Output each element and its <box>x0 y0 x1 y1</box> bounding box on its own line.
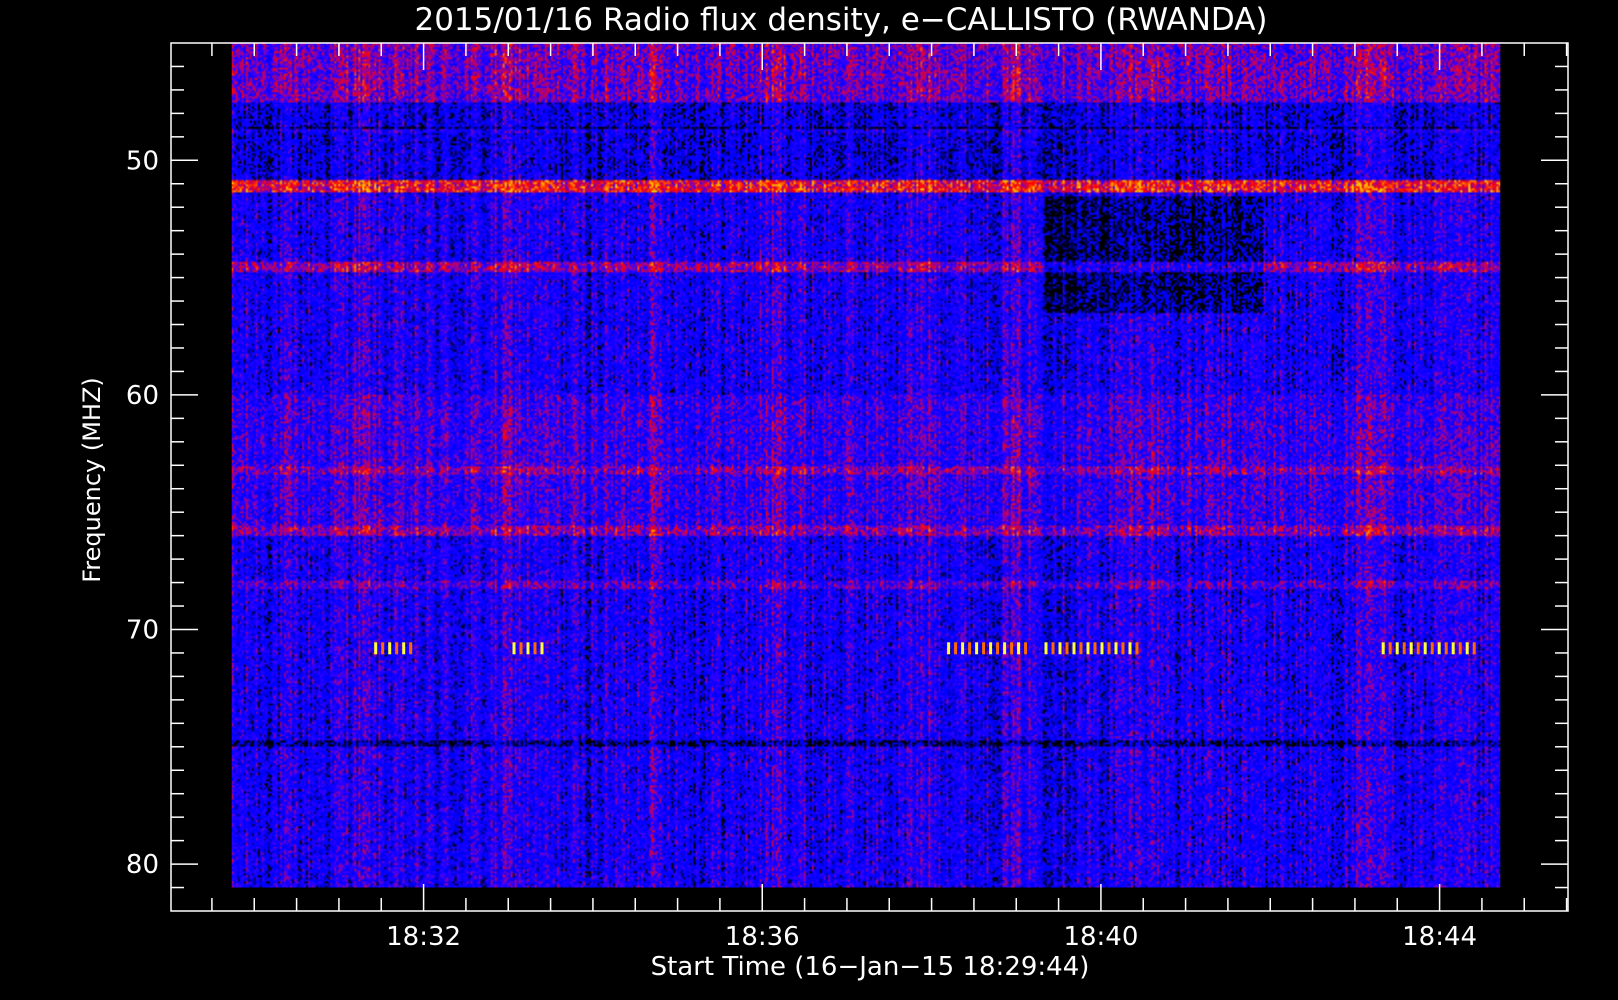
emission-tick-4-8 <box>1437 642 1441 655</box>
emission-tick-3-4 <box>1072 642 1076 655</box>
emission-tick-2-5 <box>982 642 986 655</box>
emission-tick-2-8 <box>1003 642 1007 655</box>
x-tick-label-3: 18:44 <box>1402 922 1477 952</box>
emission-tick-3-13 <box>1135 642 1139 655</box>
emission-tick-3-11 <box>1121 642 1125 655</box>
emission-tick-3-0 <box>1044 642 1048 655</box>
emission-tick-0-3 <box>395 642 399 655</box>
emission-tick-0-1 <box>381 642 385 655</box>
emission-tick-2-11 <box>1024 642 1028 655</box>
x-axis-label: Start Time (16−Jan−15 18:29:44) <box>651 952 1090 982</box>
emission-tick-4-0 <box>1381 642 1385 655</box>
emission-tick-3-8 <box>1100 642 1104 655</box>
emission-tick-0-5 <box>409 642 413 655</box>
spectrogram-heatmap <box>231 43 1501 888</box>
emission-tick-4-2 <box>1395 642 1399 655</box>
emission-tick-2-4 <box>975 642 979 655</box>
emission-tick-3-12 <box>1128 642 1132 655</box>
emission-tick-2-2 <box>961 642 965 655</box>
emission-tick-1-2 <box>526 642 530 655</box>
emission-tick-3-1 <box>1051 642 1055 655</box>
emission-tick-3-2 <box>1058 642 1062 655</box>
y-tick-label-50: 50 <box>126 146 159 176</box>
emission-tick-1-4 <box>540 642 544 655</box>
emission-tick-2-7 <box>996 642 1000 655</box>
emission-tick-4-12 <box>1465 642 1469 655</box>
emission-tick-2-1 <box>954 642 958 655</box>
emission-tick-2-3 <box>968 642 972 655</box>
y-tick-label-80: 80 <box>126 850 159 880</box>
emission-tick-0-4 <box>402 642 406 655</box>
y-tick-label-70: 70 <box>126 615 159 645</box>
emission-tick-4-3 <box>1402 642 1406 655</box>
emission-tick-3-9 <box>1107 642 1111 655</box>
emission-tick-4-7 <box>1430 642 1434 655</box>
emission-tick-2-0 <box>947 642 951 655</box>
emission-tick-3-3 <box>1065 642 1069 655</box>
chart-title: 2015/01/16 Radio flux density, e−CALLIST… <box>414 2 1267 38</box>
x-tick-label-0: 18:32 <box>386 922 461 952</box>
emission-tick-4-13 <box>1472 642 1476 655</box>
x-tick-label-1: 18:36 <box>725 922 800 952</box>
x-tick-label-2: 18:40 <box>1063 922 1138 952</box>
emission-tick-0-2 <box>388 642 392 655</box>
emission-tick-4-1 <box>1388 642 1392 655</box>
emission-tick-4-5 <box>1416 642 1420 655</box>
emission-tick-4-10 <box>1451 642 1455 655</box>
y-tick-label-60: 60 <box>126 381 159 411</box>
emission-tick-2-6 <box>989 642 993 655</box>
emission-tick-1-0 <box>512 642 516 655</box>
emission-tick-4-9 <box>1444 642 1448 655</box>
emission-tick-0-0 <box>374 642 378 655</box>
emission-tick-2-9 <box>1010 642 1014 655</box>
emission-tick-3-7 <box>1093 642 1097 655</box>
emission-tick-1-1 <box>519 642 523 655</box>
emission-tick-4-11 <box>1458 642 1462 655</box>
emission-tick-3-5 <box>1079 642 1083 655</box>
emission-tick-3-6 <box>1086 642 1090 655</box>
emission-tick-4-6 <box>1423 642 1427 655</box>
emission-tick-4-4 <box>1409 642 1413 655</box>
emission-tick-3-10 <box>1114 642 1118 655</box>
y-axis-label: Frequency (MHZ) <box>78 377 106 583</box>
emission-tick-1-3 <box>533 642 537 655</box>
spectrogram-chart: 2015/01/16 Radio flux density, e−CALLIST… <box>0 0 1618 1000</box>
emission-tick-2-10 <box>1017 642 1021 655</box>
